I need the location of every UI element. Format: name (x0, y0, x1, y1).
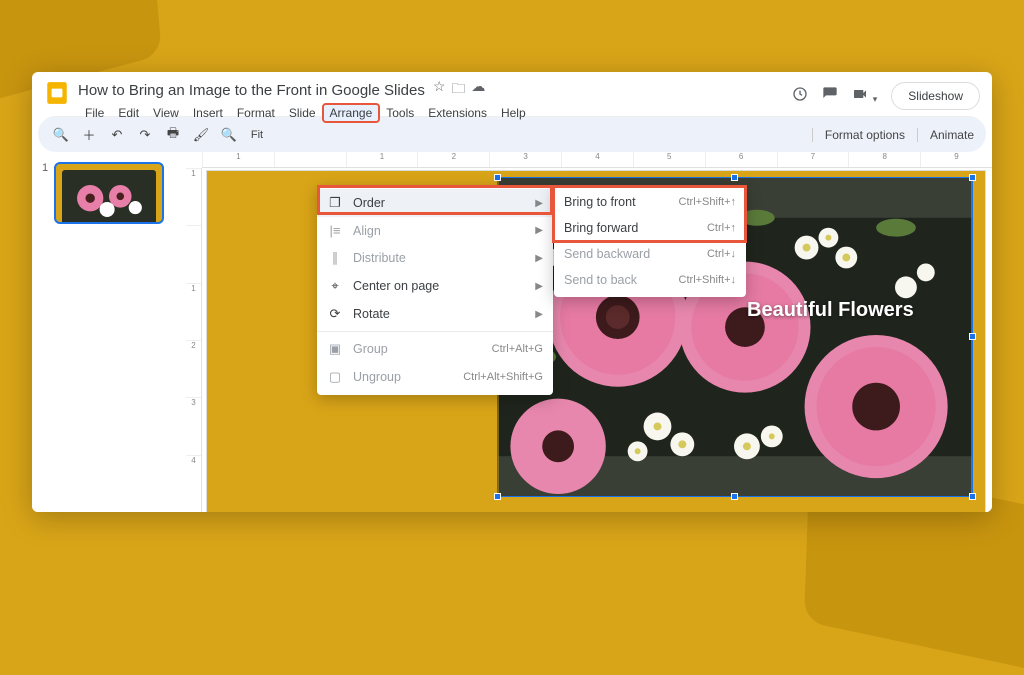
menu-format[interactable]: Format (230, 104, 282, 122)
align-icon: |≡ (327, 223, 343, 238)
arrange-menu-dropdown: ❐ Order ▶ |≡ Align ▶ ∥ Distribute ▶ ⌖ Ce… (317, 185, 553, 395)
google-slides-window: How to Bring an Image to the Front in Go… (32, 72, 992, 512)
menu-item-group: ▣ Group Ctrl+Alt+G (317, 335, 553, 363)
zoom-icon[interactable]: 🔍 (218, 124, 240, 146)
distribute-icon: ∥ (327, 250, 343, 266)
menu-file[interactable]: File (78, 104, 111, 122)
menu-arrange[interactable]: Arrange (323, 104, 380, 122)
order-submenu: Bring to front Ctrl+Shift+↑ Bring forwar… (554, 185, 746, 297)
order-icon: ❐ (327, 195, 343, 211)
ruler-vertical: 1 12 34 (186, 168, 202, 512)
center-icon: ⌖ (327, 278, 343, 294)
menu-item-align: |≡ Align ▶ (317, 217, 553, 244)
cloud-status-icon: ☁ (471, 78, 485, 102)
menu-extensions[interactable]: Extensions (421, 104, 494, 122)
zoom-fit[interactable]: Fit (246, 124, 268, 146)
history-icon[interactable] (792, 86, 808, 107)
ruler-horizontal: 1 12 34 56 78 9 (202, 152, 992, 168)
format-options-button[interactable]: Format options (812, 128, 905, 142)
menu-help[interactable]: Help (494, 104, 533, 122)
slide-thumbnail-panel: 1 (32, 152, 186, 512)
slides-logo-icon (44, 80, 70, 106)
chevron-right-icon: ▶ (535, 281, 543, 292)
ungroup-icon: ▢ (327, 369, 343, 385)
menu-item-bring-forward[interactable]: Bring forward Ctrl+↑ (554, 215, 746, 241)
search-menus-icon[interactable]: 🔍 (50, 124, 72, 146)
chevron-right-icon: ▶ (535, 309, 543, 320)
titlebar: How to Bring an Image to the Front in Go… (32, 72, 992, 116)
new-slide-icon[interactable]: ＋ (78, 124, 100, 146)
chevron-right-icon: ▶ (535, 198, 543, 209)
menu-item-bring-to-front[interactable]: Bring to front Ctrl+Shift+↑ (554, 189, 746, 215)
menu-separator (317, 331, 553, 332)
undo-icon[interactable]: ↶ (106, 124, 128, 146)
menu-tools[interactable]: Tools (379, 104, 421, 122)
slideshow-button[interactable]: Slideshow (891, 82, 980, 110)
meet-icon[interactable]: ▾ (852, 86, 877, 107)
menubar: File Edit View Insert Format Slide Arran… (78, 104, 792, 122)
animate-button[interactable]: Animate (917, 128, 974, 142)
star-icon[interactable]: ☆ (433, 78, 446, 102)
menu-item-center-on-page[interactable]: ⌖ Center on page ▶ (317, 272, 553, 300)
comment-icon[interactable] (822, 86, 838, 107)
paint-format-icon[interactable]: 🖌 (190, 124, 212, 146)
menu-insert[interactable]: Insert (186, 104, 230, 122)
print-icon[interactable]: 🖶 (162, 124, 184, 146)
rotate-icon: ⟳ (327, 306, 343, 322)
document-title[interactable]: How to Bring an Image to the Front in Go… (78, 82, 425, 99)
menu-item-distribute: ∥ Distribute ▶ (317, 244, 553, 272)
menu-item-rotate[interactable]: ⟳ Rotate ▶ (317, 300, 553, 328)
group-icon: ▣ (327, 341, 343, 357)
menu-slide[interactable]: Slide (282, 104, 323, 122)
menu-item-send-to-back: Send to back Ctrl+Shift+↓ (554, 267, 746, 293)
menu-item-send-backward: Send backward Ctrl+↓ (554, 241, 746, 267)
chevron-right-icon: ▶ (535, 225, 543, 236)
menu-item-order[interactable]: ❐ Order ▶ (317, 189, 553, 217)
slide-text-caption[interactable]: Beautiful Flowers (747, 299, 914, 322)
menu-view[interactable]: View (146, 104, 186, 122)
menu-item-ungroup: ▢ Ungroup Ctrl+Alt+Shift+G (317, 363, 553, 391)
menu-edit[interactable]: Edit (111, 104, 146, 122)
redo-icon[interactable]: ↷ (134, 124, 156, 146)
move-folder-icon[interactable]: 🗀 (451, 78, 465, 102)
thumbnail-number: 1 (42, 162, 48, 224)
chevron-right-icon: ▶ (535, 253, 543, 264)
slide-thumbnail[interactable] (54, 162, 164, 224)
